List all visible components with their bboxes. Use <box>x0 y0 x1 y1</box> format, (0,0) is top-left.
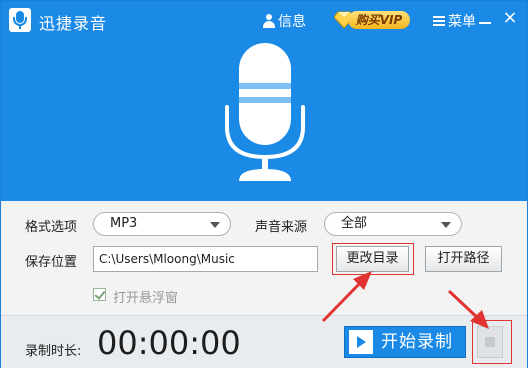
play-icon <box>349 330 373 354</box>
change-directory-button[interactable]: 更改目录 <box>336 246 409 272</box>
format-select[interactable]: MP3 <box>93 212 231 236</box>
app-title: 迅捷录音 <box>39 14 108 33</box>
microphone-icon <box>225 43 305 181</box>
user-icon <box>263 14 275 28</box>
info-button[interactable]: 信息 <box>263 11 306 31</box>
source-value: 全部 <box>341 216 368 231</box>
float-window-checkbox[interactable] <box>93 288 106 301</box>
vip-label: 购买VIP <box>348 11 410 29</box>
close-button[interactable]: × <box>501 7 519 28</box>
float-window-label[interactable]: 打开悬浮窗 <box>113 287 178 306</box>
source-select[interactable]: 全部 <box>324 212 462 236</box>
buy-vip-button[interactable]: 购买VIP <box>334 8 412 32</box>
hero-banner <box>1 39 527 201</box>
recorder-window: 迅捷录音 信息 购买VIP 菜单 × 格式选项 MP3 声音来源 全部 保存位置… <box>0 0 528 368</box>
format-label: 格式选项 <box>25 220 78 235</box>
dropdown-arrow-icon <box>441 222 451 228</box>
close-icon: × <box>502 7 518 28</box>
stop-icon <box>485 337 495 347</box>
start-record-label: 开始录制 <box>381 332 453 352</box>
menu-label: 菜单 <box>448 14 476 30</box>
minimize-button[interactable] <box>477 10 493 28</box>
save-location-label: 保存位置 <box>25 255 78 270</box>
info-label: 信息 <box>278 14 306 30</box>
start-record-button[interactable]: 开始录制 <box>344 326 466 358</box>
title-bar: 迅捷录音 信息 购买VIP 菜单 × <box>1 1 527 39</box>
duration-timer: 00:00:00 <box>97 324 241 362</box>
settings-panel: 格式选项 MP3 声音来源 全部 保存位置 C:\Users\Mloong\Mu… <box>1 201 527 315</box>
duration-label: 录制时长: <box>25 344 82 359</box>
app-logo-icon <box>9 8 31 32</box>
minimize-icon <box>479 22 491 24</box>
menu-icon <box>433 16 445 26</box>
source-label: 声音来源 <box>255 220 308 235</box>
format-value: MP3 <box>110 216 138 231</box>
record-bar: 录制时长: 00:00:00 开始录制 <box>1 315 527 368</box>
save-path-field[interactable]: C:\Users\Mloong\Music <box>93 246 318 272</box>
open-path-button[interactable]: 打开路径 <box>425 246 502 272</box>
dropdown-arrow-icon <box>210 222 220 228</box>
stop-record-button[interactable] <box>477 326 503 358</box>
menu-button[interactable]: 菜单 <box>433 11 476 31</box>
